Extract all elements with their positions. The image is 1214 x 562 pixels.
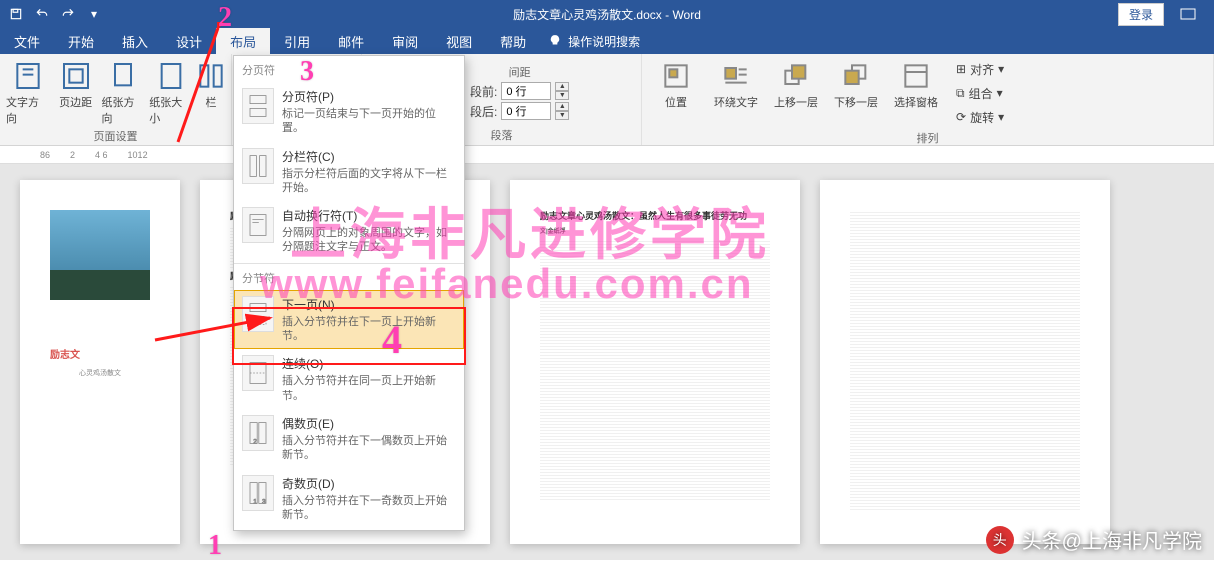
- selection-pane-button[interactable]: 选择窗格: [888, 58, 944, 110]
- position-button[interactable]: 位置: [648, 58, 704, 110]
- dd-item-continuous[interactable]: 连续(O)插入分节符并在同一页上开始新节。: [234, 349, 464, 409]
- column-break-icon: [242, 148, 274, 184]
- document-title: 励志文章心灵鸡汤散文.docx - Word: [513, 6, 701, 23]
- rotate-button[interactable]: ⟳ 旋转 ▾: [952, 106, 1008, 128]
- dd-section-section-breaks: 分节符: [234, 266, 464, 290]
- dd-item-column-break[interactable]: 分栏符(C)指示分栏符后面的文字将从下一栏开始。: [234, 142, 464, 202]
- credit-overlay: 头 头条@上海非凡学院: [986, 525, 1202, 554]
- undo-button[interactable]: [30, 2, 54, 26]
- title-bar: ▾ 励志文章心灵鸡汤散文.docx - Word 登录: [0, 0, 1214, 28]
- document-area[interactable]: 励志文 心灵鸡汤散文 励志文章心灵鸡汤散文：虽然人生有很多事徒劳无功 励志文章心…: [0, 164, 1214, 560]
- margins-button[interactable]: 页边距: [54, 58, 98, 110]
- group-arrange: 位置 环绕文字 上移一层 下移一层 选择窗格 ⊞ 对齐 ▾ ⧉ 组合 ▾ ⟳ 旋…: [642, 54, 1214, 145]
- bring-forward-button[interactable]: 上移一层: [768, 58, 824, 110]
- group-objects-button[interactable]: ⧉ 组合 ▾: [952, 82, 1008, 104]
- next-page-icon: [242, 296, 274, 332]
- credit-logo-icon: 头: [986, 526, 1014, 554]
- login-button[interactable]: 登录: [1118, 3, 1164, 26]
- wrap-text-button[interactable]: 环绕文字: [708, 58, 764, 110]
- page-1: 励志文 心灵鸡汤散文: [20, 180, 180, 544]
- tab-help[interactable]: 帮助: [486, 28, 540, 54]
- page3-heading: 励志文章心灵鸡汤散文：虽然人生有很多事徒劳无功: [540, 210, 770, 224]
- group-page-setup: 文字方向 页边距 纸张方向 纸张大小 栏 页面设置: [0, 54, 232, 145]
- tell-me-placeholder: 操作说明搜索: [568, 33, 640, 50]
- dd-item-next-page[interactable]: 下一页(N)插入分节符并在下一页上开始新节。: [234, 290, 464, 350]
- page-3: 励志文章心灵鸡汤散文：虽然人生有很多事徒劳无功 文|金纸浮: [510, 180, 800, 544]
- page-image-placeholder: [50, 210, 150, 300]
- align-button[interactable]: ⊞ 对齐 ▾: [952, 58, 1008, 80]
- send-backward-button[interactable]: 下移一层: [828, 58, 884, 110]
- lightbulb-icon: [548, 34, 562, 48]
- spacing-label: 间距: [470, 64, 569, 80]
- qat-dropdown[interactable]: ▾: [82, 2, 106, 26]
- annotation-2: 2: [218, 2, 232, 34]
- ribbon: 文字方向 页边距 纸张方向 纸张大小 栏 页面设置 分隔符 ▾ 行号 断字 缩进…: [0, 54, 1214, 146]
- svg-text:3: 3: [262, 498, 266, 505]
- dd-item-page-break[interactable]: 分页符(P)标记一页结束与下一页开始的位置。: [234, 82, 464, 142]
- svg-text:1: 1: [253, 498, 257, 505]
- annotation-3: 3: [300, 56, 314, 88]
- page-break-icon: [242, 88, 274, 124]
- quick-access-toolbar: ▾: [0, 2, 106, 26]
- tab-view[interactable]: 视图: [432, 28, 486, 54]
- even-page-icon: 2: [242, 415, 274, 451]
- redo-button[interactable]: [56, 2, 80, 26]
- tab-review[interactable]: 审阅: [378, 28, 432, 54]
- spacing-before-input[interactable]: [501, 82, 551, 100]
- columns-button[interactable]: 栏: [197, 58, 225, 110]
- page1-subtitle: 心灵鸡汤散文: [50, 369, 150, 380]
- text-direction-button[interactable]: 文字方向: [6, 58, 50, 126]
- horizontal-ruler[interactable]: 8624 61012: [0, 146, 1214, 164]
- credit-text: 头条@上海非凡学院: [1022, 525, 1202, 554]
- breaks-dropdown-menu: 分页符 分页符(P)标记一页结束与下一页开始的位置。 分栏符(C)指示分栏符后面…: [233, 55, 465, 531]
- group-label-arrange: 排列: [648, 128, 1207, 146]
- page-4: [820, 180, 1110, 544]
- spacing-after-input[interactable]: [501, 102, 551, 120]
- annotation-4: 4: [382, 316, 402, 363]
- annotation-1: 1: [208, 530, 222, 562]
- orientation-button[interactable]: 纸张方向: [102, 58, 146, 126]
- dd-item-odd-page[interactable]: 13 奇数页(D)插入分节符并在下一奇数页上开始新节。: [234, 469, 464, 529]
- svg-text:2: 2: [253, 438, 257, 445]
- tab-home[interactable]: 开始: [54, 28, 108, 54]
- tell-me-search[interactable]: 操作说明搜索: [548, 28, 640, 54]
- tab-file[interactable]: 文件: [0, 28, 54, 54]
- dd-section-page-breaks: 分页符: [234, 58, 464, 82]
- dd-item-text-wrapping[interactable]: 自动换行符(T)分隔网页上的对象周围的文字，如分隔题注文字与正文。: [234, 201, 464, 261]
- tab-mailings[interactable]: 邮件: [324, 28, 378, 54]
- continuous-icon: [242, 355, 274, 391]
- dd-item-even-page[interactable]: 2 偶数页(E)插入分节符并在下一偶数页上开始新节。: [234, 409, 464, 469]
- size-button[interactable]: 纸张大小: [149, 58, 193, 126]
- page3-author: 文|金纸浮: [540, 229, 566, 235]
- page1-title: 励志文: [50, 348, 150, 363]
- tab-design[interactable]: 设计: [162, 28, 216, 54]
- ribbon-display-button[interactable]: [1168, 2, 1208, 26]
- tab-insert[interactable]: 插入: [108, 28, 162, 54]
- ribbon-tabs: 文件 开始 插入 设计 布局 引用 邮件 审阅 视图 帮助 操作说明搜索: [0, 28, 1214, 54]
- text-wrap-break-icon: [242, 207, 274, 243]
- save-button[interactable]: [4, 2, 28, 26]
- odd-page-icon: 13: [242, 475, 274, 511]
- tab-references[interactable]: 引用: [270, 28, 324, 54]
- group-label-page-setup: 页面设置: [6, 126, 225, 144]
